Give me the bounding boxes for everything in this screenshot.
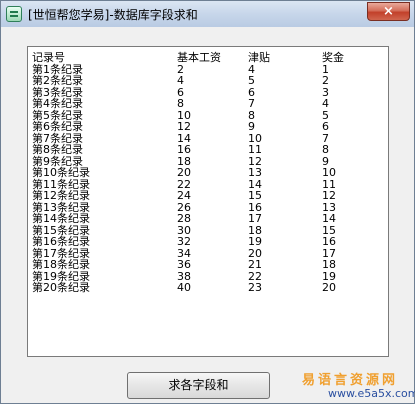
table-row[interactable]: 第5条纪录 10 8 5 <box>32 109 382 122</box>
watermark-url: www.e5a5x.com <box>328 387 415 400</box>
app-window: [世恒帮您学易]-数据库字段求和 × 记录号 基本工资 津贴 奖金 第1条纪录 2 4 1 第2… <box>0 0 415 404</box>
table-row[interactable]: 第8条纪录 16 11 8 <box>32 144 382 156</box>
title-bar[interactable]: [世恒帮您学易]-数据库字段求和 × <box>1 1 414 27</box>
table-row[interactable]: 第1条纪录 2 4 1 <box>32 63 382 76</box>
table-row[interactable]: 第4条纪录 8 7 4 <box>32 98 382 110</box>
table-row[interactable]: 第3条纪录 6 6 3 <box>32 86 382 99</box>
table-cell: 23 <box>248 281 262 294</box>
sum-fields-button[interactable]: 求各字段和 <box>127 372 270 399</box>
table-cell: 40 <box>177 281 191 294</box>
table-row[interactable]: 第20条纪录 40 23 20 <box>32 282 382 294</box>
window-title: [世恒帮您学易]-数据库字段求和 <box>28 8 198 22</box>
table-cell: 第20条纪录 <box>32 281 90 294</box>
header-row: 记录号 基本工资 津贴 奖金 <box>32 52 382 64</box>
watermark-logo: 易语言资源网 www.e5a5x.com <box>295 367 415 403</box>
records-listbox[interactable]: 记录号 基本工资 津贴 奖金 第1条纪录 2 4 1 第2条纪录 4 5 2 第3条纪录 6 6 3 第4条纪录… <box>27 46 389 357</box>
table-row[interactable]: 第7条纪录 14 10 7 <box>32 132 382 145</box>
watermark-text: 易语言资源网 <box>302 373 399 388</box>
close-icon: × <box>383 4 394 19</box>
close-button[interactable]: × <box>367 2 410 21</box>
table-cell: 20 <box>322 281 336 294</box>
table-row[interactable]: 第6条纪录 12 9 6 <box>32 121 382 133</box>
app-icon <box>6 6 22 22</box>
table-row[interactable]: 第2条纪录 4 5 2 <box>32 75 382 87</box>
